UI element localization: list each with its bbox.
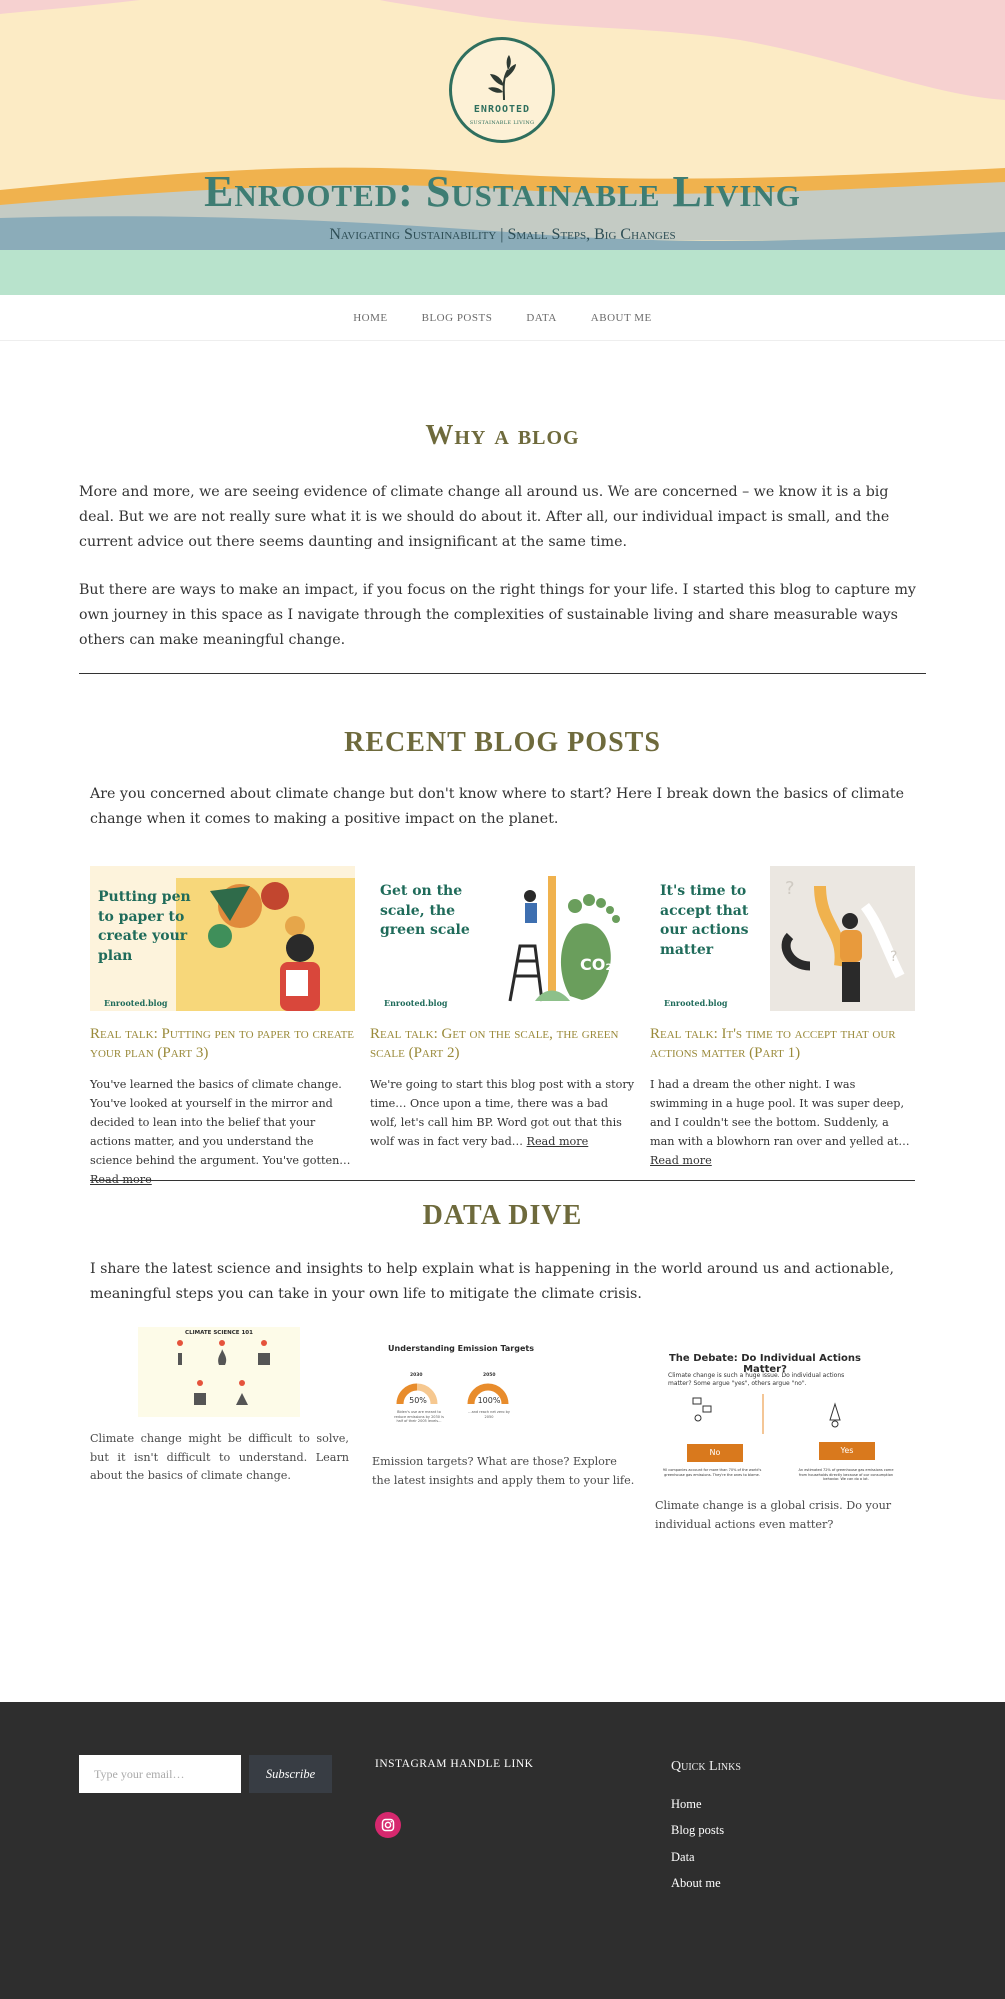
post-thumbnail[interactable]: CO₂ Get on the scale, the green scale En…	[370, 866, 635, 1011]
post-title[interactable]: Real talk: It's time to accept that our …	[650, 1025, 915, 1063]
data-card-text: Climate change might be difficult to sol…	[90, 1432, 349, 1482]
instagram-heading: INSTAGRAM HANDLE LINK	[375, 1758, 534, 1770]
why-blog-paragraph-2: But there are ways to make an impact, if…	[79, 582, 916, 648]
instagram-glyph-icon	[381, 1818, 395, 1832]
site-header: ENROOTED SUSTAINABLE LIVING Enrooted: Su…	[0, 0, 1005, 295]
site-footer	[0, 1702, 1005, 1999]
subscribe-button[interactable]: Subscribe	[249, 1755, 332, 1793]
data-dive-heading: DATA DIVE	[422, 1200, 583, 1231]
no-note: 90 companies account for more than 70% o…	[662, 1468, 762, 1477]
logo-name: ENROOTED	[473, 104, 531, 115]
post-thumbnail[interactable]: ? ? It's time to accept that our actions…	[650, 866, 915, 1011]
nav-item-home[interactable]: HOME	[353, 312, 387, 324]
why-blog-paragraph-1: More and more, we are seeing evidence of…	[79, 484, 890, 550]
post-excerpt: You've learned the basics of climate cha…	[90, 1075, 355, 1189]
svg-text:?: ?	[785, 878, 795, 899]
excerpt-text: You've learned the basics of climate cha…	[90, 1078, 351, 1167]
yes-badge: Yes	[819, 1442, 875, 1460]
post-title[interactable]: Real talk: Putting pen to paper to creat…	[90, 1025, 355, 1063]
thumb-site: Enrooted.blog	[104, 998, 168, 1008]
gauge-value: 100%	[477, 1396, 501, 1405]
instagram-icon[interactable]	[375, 1812, 401, 1838]
read-more-link[interactable]: Read more	[650, 1154, 712, 1167]
excerpt-text: We're going to start this blog post with…	[370, 1078, 635, 1148]
recent-posts-intro: Are you concerned about climate change b…	[90, 786, 905, 827]
recent-posts-heading: RECENT BLOG POSTS	[344, 727, 661, 758]
data-card-text: Climate change is a global crisis. Do yo…	[655, 1499, 892, 1531]
thumb-text: Get on the scale, the green scale	[380, 883, 470, 938]
thumb-site: Enrooted.blog	[384, 998, 448, 1008]
gauge-year: 2050	[483, 1373, 496, 1378]
site-logo[interactable]: ENROOTED SUSTAINABLE LIVING	[449, 37, 555, 143]
section-divider	[90, 1180, 915, 1181]
svg-text:CO₂: CO₂	[580, 955, 612, 974]
quick-links-heading: Quick Links	[671, 1759, 741, 1774]
gauge-year: 2030	[410, 1373, 423, 1378]
section-divider	[79, 673, 926, 674]
footer-link-blog-posts[interactable]: Blog posts	[671, 1823, 724, 1838]
no-badge: No	[687, 1444, 743, 1462]
gauge-note: Biden's use are meant to reduce emission…	[394, 1410, 444, 1423]
site-title[interactable]: Enrooted: Sustainable Living	[0, 166, 1005, 217]
thumb-site: Enrooted.blog	[664, 998, 728, 1008]
nav-item-blog-posts[interactable]: BLOG POSTS	[422, 312, 493, 324]
footer-link-about-me[interactable]: About me	[671, 1876, 721, 1891]
footer-link-home[interactable]: Home	[671, 1797, 702, 1812]
site-tagline: Navigating Sustainability | Small Steps,…	[329, 226, 676, 243]
data-card-image[interactable]: Understanding Emission Targets 2030 2050…	[380, 1340, 542, 1440]
logo-subtitle: SUSTAINABLE LIVING	[469, 120, 535, 126]
post-excerpt: We're going to start this blog post with…	[370, 1075, 635, 1151]
data-dive-intro: I share the latest science and insights …	[90, 1261, 895, 1302]
thumb-text: It's time to accept that our actions mat…	[660, 883, 749, 958]
read-more-link[interactable]: Read more	[527, 1135, 589, 1148]
svg-text:?: ?	[890, 949, 897, 965]
post-thumbnail[interactable]: Putting pen to paper to create your plan…	[90, 866, 355, 1011]
excerpt-text: I had a dream the other night. I was swi…	[650, 1078, 910, 1148]
main-nav: HOME BLOG POSTS DATA ABOUT ME	[0, 295, 1005, 341]
email-field[interactable]	[79, 1755, 241, 1793]
sprig-icon	[488, 55, 516, 101]
post-excerpt: I had a dream the other night. I was swi…	[650, 1075, 915, 1170]
gauge-note: …and reach net zero by 2050	[468, 1410, 510, 1419]
nav-item-data[interactable]: DATA	[526, 312, 556, 324]
card-image-title: Understanding Emission Targets	[388, 1344, 534, 1353]
why-blog-heading: Why a blog	[425, 420, 580, 451]
debate-icons	[692, 1394, 841, 1434]
data-card-text: Emission targets? What are those? Explor…	[372, 1455, 635, 1487]
yes-note: An estimated 72% of greenhouse gas emiss…	[798, 1468, 894, 1481]
card-image-title: CLIMATE SCIENCE 101	[185, 1330, 253, 1336]
footer-link-data[interactable]: Data	[671, 1850, 695, 1865]
data-card-image[interactable]: The Debate: Do Individual Actions Matter…	[660, 1350, 894, 1485]
post-title[interactable]: Real talk: Get on the scale, the green s…	[370, 1025, 635, 1063]
nav-item-about-me[interactable]: ABOUT ME	[591, 312, 652, 324]
thumb-text: Putting pen to paper to create your plan	[98, 889, 191, 964]
data-card-image[interactable]: CLIMATE SCIENCE 101	[138, 1327, 300, 1417]
climate-science-icons	[177, 1340, 270, 1405]
card-image-subtitle: Climate change is such a huge issue. Do …	[668, 1372, 845, 1387]
gauge-value: 50%	[409, 1396, 427, 1405]
